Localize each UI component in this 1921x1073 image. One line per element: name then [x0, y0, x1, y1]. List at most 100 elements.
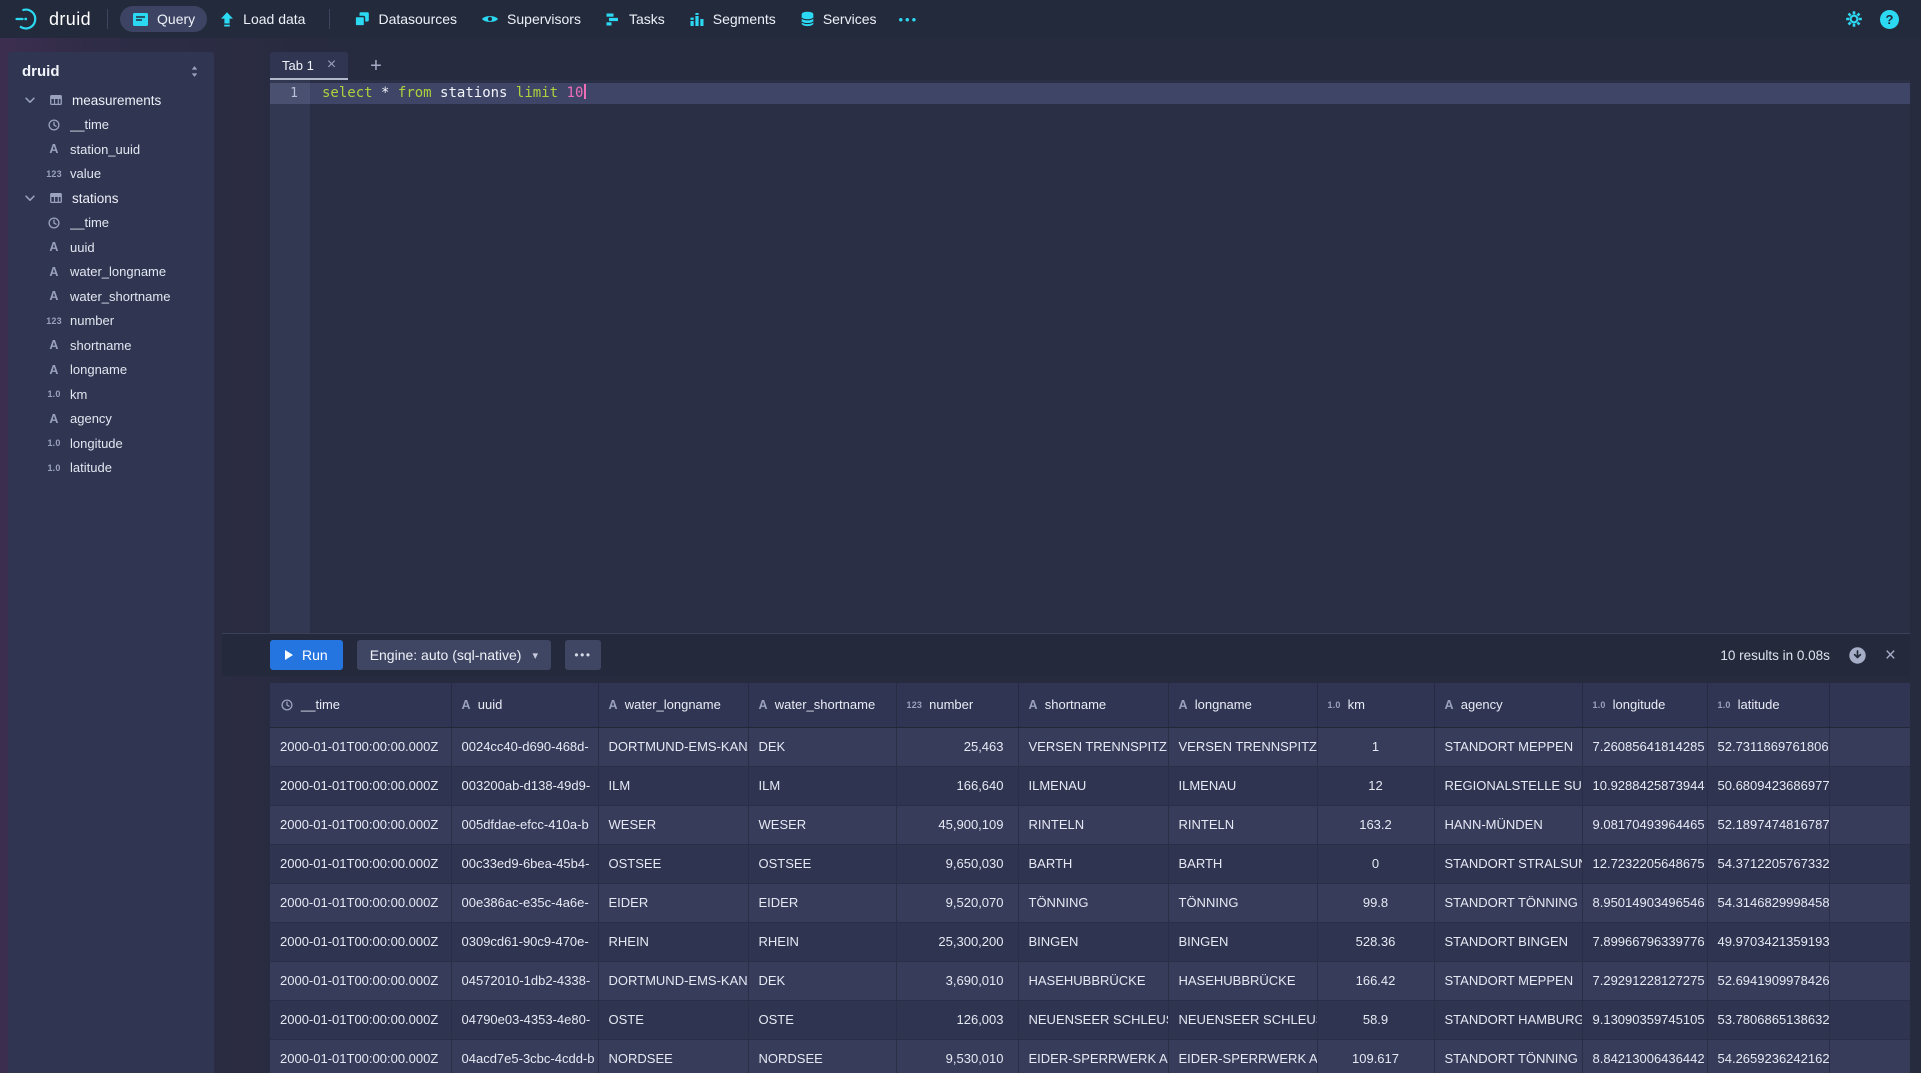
- cell[interactable]: 2000-01-01T00:00:00.000Z: [270, 844, 451, 883]
- cell[interactable]: REGIONALSTELLE SUHL: [1434, 766, 1582, 805]
- cell[interactable]: 9.13090359745105: [1582, 1000, 1707, 1039]
- sidebar-item-km[interactable]: 1.0 km: [8, 382, 214, 407]
- sidebar-item-latitude[interactable]: 1.0 latitude: [8, 456, 214, 481]
- cell[interactable]: BINGEN: [1018, 922, 1168, 961]
- cell[interactable]: OSTSEE: [748, 844, 896, 883]
- gear-icon[interactable]: [1845, 10, 1863, 28]
- sidebar-item-shortname[interactable]: A shortname: [8, 333, 214, 358]
- cell[interactable]: 7.26085641814285: [1582, 727, 1707, 766]
- sidebar-item-number[interactable]: 123 number: [8, 309, 214, 334]
- cell[interactable]: 12.7232205648675: [1582, 844, 1707, 883]
- cell[interactable]: 9.08170493964465: [1582, 805, 1707, 844]
- cell[interactable]: ILM: [598, 766, 748, 805]
- cell[interactable]: 52.7311869761806: [1707, 727, 1829, 766]
- cell[interactable]: 04acd7e5-3cbc-4cdd-b: [451, 1039, 598, 1073]
- sidebar-item-time[interactable]: __time: [8, 113, 214, 138]
- cell[interactable]: 2000-01-01T00:00:00.000Z: [270, 883, 451, 922]
- cell[interactable]: STANDORT STRALSUND: [1434, 844, 1582, 883]
- cell[interactable]: 99.8: [1317, 883, 1434, 922]
- cell[interactable]: HANN-MÜNDEN: [1434, 805, 1582, 844]
- cell[interactable]: OSTSEE: [598, 844, 748, 883]
- cell[interactable]: RINTELN: [1168, 805, 1317, 844]
- cell[interactable]: 45,900,109: [896, 805, 1018, 844]
- cell[interactable]: 1: [1317, 727, 1434, 766]
- cell[interactable]: 163.2: [1317, 805, 1434, 844]
- tab-1[interactable]: Tab 1 ×: [270, 52, 348, 80]
- nav-item-supervisors[interactable]: Supervisors: [469, 6, 593, 32]
- cell[interactable]: TÖNNING: [1018, 883, 1168, 922]
- column-header-longname[interactable]: Alongname: [1168, 683, 1317, 727]
- cell[interactable]: 166.42: [1317, 961, 1434, 1000]
- cell[interactable]: OSTE: [748, 1000, 896, 1039]
- cell[interactable]: RHEIN: [748, 922, 896, 961]
- cell[interactable]: VERSEN TRENNSPITZE: [1018, 727, 1168, 766]
- sidebar-item-value[interactable]: 123 value: [8, 162, 214, 187]
- cell[interactable]: 2000-01-01T00:00:00.000Z: [270, 1000, 451, 1039]
- cell[interactable]: 2000-01-01T00:00:00.000Z: [270, 766, 451, 805]
- column-header-shortname[interactable]: Ashortname: [1018, 683, 1168, 727]
- cell[interactable]: 528.36: [1317, 922, 1434, 961]
- column-header-water-shortname[interactable]: Awater_shortname: [748, 683, 896, 727]
- cell[interactable]: HASEHUBBRÜCKE: [1168, 961, 1317, 1000]
- column-header-time[interactable]: __time: [270, 683, 451, 727]
- nav-item-tasks[interactable]: Tasks: [593, 6, 677, 32]
- cell[interactable]: ILMENAU: [1018, 766, 1168, 805]
- sidebar-item-uuid[interactable]: A uuid: [8, 235, 214, 260]
- cell[interactable]: 9,650,030: [896, 844, 1018, 883]
- cell[interactable]: NORDSEE: [748, 1039, 896, 1073]
- cell[interactable]: 54.3146829998458: [1707, 883, 1829, 922]
- cell[interactable]: 0024cc40-d690-468d-: [451, 727, 598, 766]
- cell[interactable]: RINTELN: [1018, 805, 1168, 844]
- cell[interactable]: EIDER: [748, 883, 896, 922]
- close-results-icon[interactable]: ×: [1885, 646, 1896, 665]
- column-header-latitude[interactable]: 1.0latitude: [1707, 683, 1829, 727]
- druid-brand[interactable]: druid: [14, 7, 91, 31]
- cell[interactable]: 0309cd61-90c9-470e-: [451, 922, 598, 961]
- cell[interactable]: STANDORT BINGEN: [1434, 922, 1582, 961]
- cell[interactable]: DEK: [748, 961, 896, 1000]
- column-header-longitude[interactable]: 1.0longitude: [1582, 683, 1707, 727]
- nav-more-button[interactable]: •••: [889, 7, 929, 32]
- cell[interactable]: 8.95014903496546: [1582, 883, 1707, 922]
- cell[interactable]: 2000-01-01T00:00:00.000Z: [270, 1039, 451, 1073]
- query-more-button[interactable]: •••: [565, 640, 601, 670]
- run-button[interactable]: Run: [270, 640, 343, 670]
- nav-item-datasources[interactable]: Datasources: [342, 6, 469, 32]
- cell[interactable]: 003200ab-d138-49d9-: [451, 766, 598, 805]
- cell[interactable]: DORTMUND-EMS-KANAL: [598, 727, 748, 766]
- cell[interactable]: 166,640: [896, 766, 1018, 805]
- sidebar-item-water-shortname[interactable]: A water_shortname: [8, 284, 214, 309]
- column-header-number[interactable]: 123number: [896, 683, 1018, 727]
- cell[interactable]: 9,520,070: [896, 883, 1018, 922]
- cell[interactable]: 2000-01-01T00:00:00.000Z: [270, 727, 451, 766]
- cell[interactable]: EIDER: [598, 883, 748, 922]
- cell[interactable]: 2000-01-01T00:00:00.000Z: [270, 922, 451, 961]
- help-icon[interactable]: ?: [1880, 10, 1899, 29]
- sidebar-item-longitude[interactable]: 1.0 longitude: [8, 431, 214, 456]
- cell[interactable]: 00c33ed9-6bea-45b4-: [451, 844, 598, 883]
- cell[interactable]: BARTH: [1018, 844, 1168, 883]
- cell[interactable]: STANDORT MEPPEN: [1434, 727, 1582, 766]
- sidebar-item-longname[interactable]: A longname: [8, 358, 214, 383]
- cell[interactable]: 8.84213006436442: [1582, 1039, 1707, 1073]
- cell[interactable]: STANDORT HAMBURG: [1434, 1000, 1582, 1039]
- sql-editor[interactable]: 1 select * from stations limit 10: [270, 80, 1910, 633]
- sidebar-item-water-longname[interactable]: A water_longname: [8, 260, 214, 285]
- cell[interactable]: DEK: [748, 727, 896, 766]
- cell[interactable]: 52.6941909978426: [1707, 961, 1829, 1000]
- download-icon[interactable]: [1848, 646, 1867, 665]
- cell[interactable]: 52.1897474816787: [1707, 805, 1829, 844]
- column-header-agency[interactable]: Aagency: [1434, 683, 1582, 727]
- cell[interactable]: 12: [1317, 766, 1434, 805]
- cell[interactable]: 54.2659236242162: [1707, 1039, 1829, 1073]
- nav-item-query[interactable]: Query: [120, 6, 207, 32]
- cell[interactable]: BINGEN: [1168, 922, 1317, 961]
- cell[interactable]: NEUENSEER SCHLEUSE: [1018, 1000, 1168, 1039]
- cell[interactable]: VERSEN TRENNSPITZE: [1168, 727, 1317, 766]
- cell[interactable]: RHEIN: [598, 922, 748, 961]
- cell[interactable]: 53.7806865138632: [1707, 1000, 1829, 1039]
- cell[interactable]: 2000-01-01T00:00:00.000Z: [270, 961, 451, 1000]
- cell[interactable]: ILM: [748, 766, 896, 805]
- cell[interactable]: 49.9703421359193: [1707, 922, 1829, 961]
- cell[interactable]: 54.3712205767332: [1707, 844, 1829, 883]
